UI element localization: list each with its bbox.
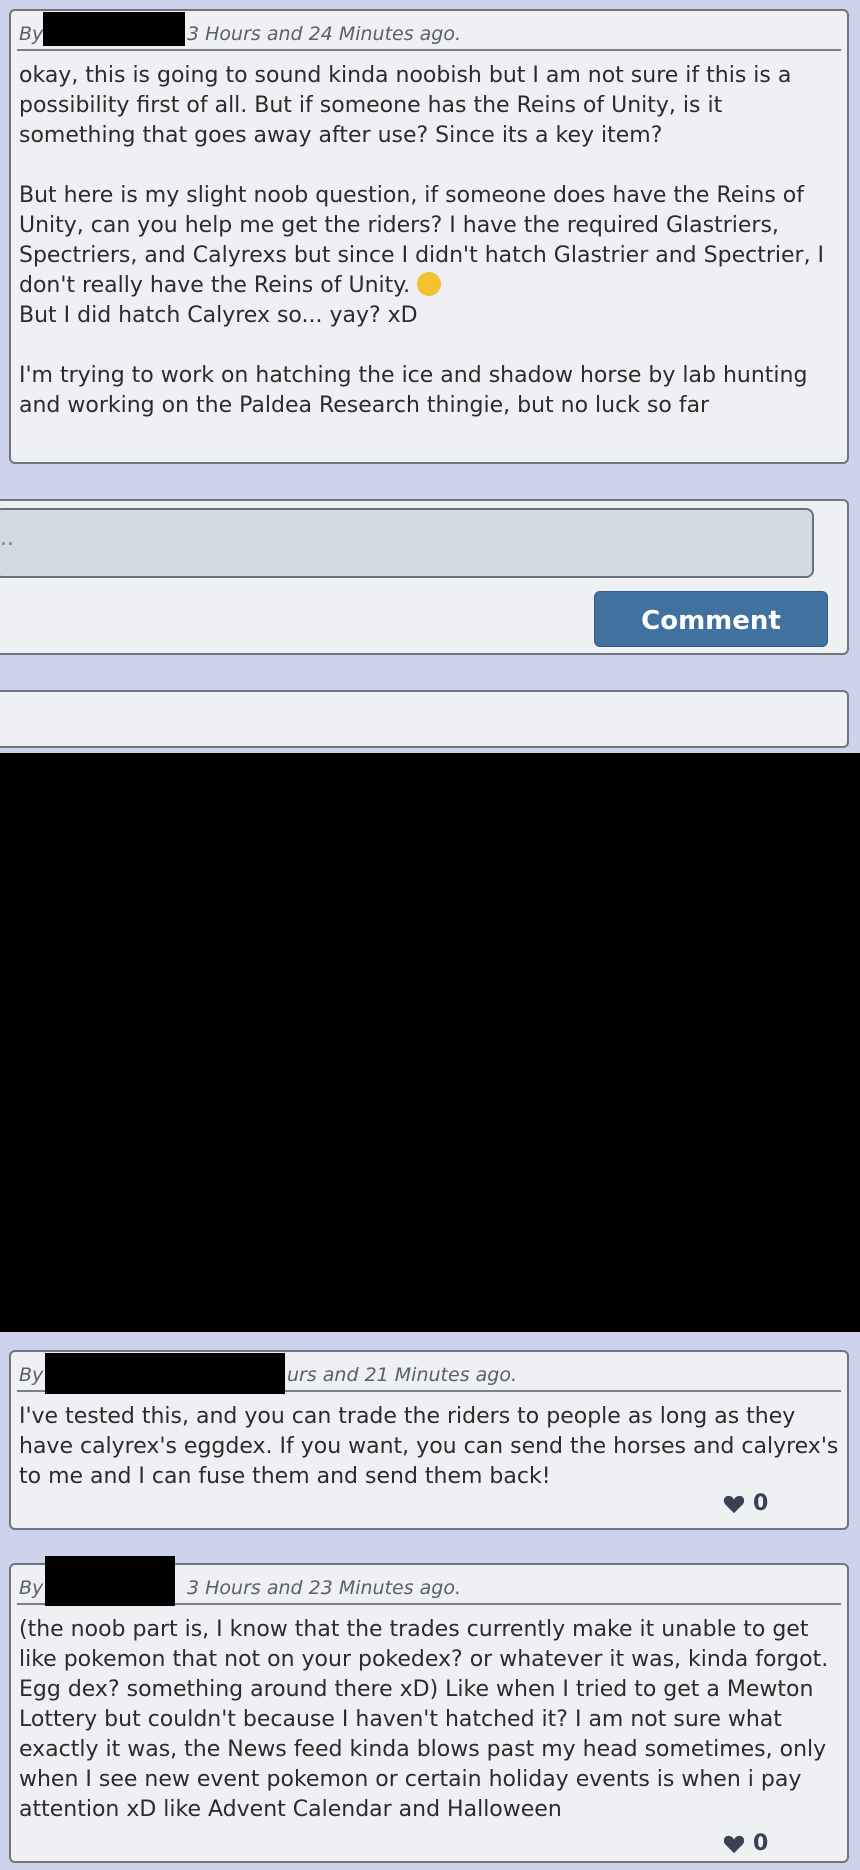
- comment-timestamp: 3 Hours and 23 Minutes ago.: [187, 1577, 462, 1599]
- heart-icon: [723, 1835, 745, 1853]
- comment-card: By 3 Hours and 23 Minutes ago. (the noob…: [9, 1556, 849, 1863]
- like-control[interactable]: 0: [723, 1831, 768, 1856]
- comment-meta: By urs and 21 Minutes ago.: [17, 1352, 841, 1394]
- author-by-label: By: [19, 1364, 44, 1386]
- redacted-username: [45, 1353, 285, 1394]
- comment-body: (the noob part is, I know that the trade…: [19, 1617, 829, 1822]
- comment-paragraph: But I did hatch Calyrex so... yay? xD: [19, 303, 418, 328]
- comment-card: By urs and 21 Minutes ago. I've tested t…: [9, 1350, 849, 1530]
- redacted-region: [0, 753, 860, 1332]
- like-control[interactable]: 0: [723, 1491, 768, 1516]
- heart-icon: [723, 1495, 745, 1513]
- comment-button[interactable]: Comment: [594, 591, 828, 647]
- comment-timestamp: 3 Hours and 24 Minutes ago.: [187, 23, 462, 45]
- author-by-label: By: [19, 1577, 44, 1599]
- comment-body: I've tested this, and you can trade the …: [19, 1404, 839, 1489]
- like-count: 0: [753, 1831, 769, 1856]
- reply-input[interactable]: ..: [0, 508, 814, 578]
- grinning-sweat-emoji-icon: [417, 272, 442, 296]
- redacted-username: [45, 1556, 175, 1606]
- comment-card: By 3 Hours and 24 Minutes ago. okay, thi…: [9, 9, 849, 464]
- redacted-username: [43, 12, 185, 46]
- comment-meta: By 3 Hours and 24 Minutes ago.: [17, 11, 841, 51]
- comment-paragraph: I'm trying to work on hatching the ice a…: [19, 363, 808, 418]
- author-by-label: By: [19, 23, 44, 45]
- comment-paragraph: okay, this is going to sound kinda noobi…: [19, 63, 792, 148]
- comment-meta: By 3 Hours and 23 Minutes ago.: [17, 1556, 841, 1606]
- comment-body: okay, this is going to sound kinda noobi…: [11, 51, 847, 421]
- comment-timestamp: urs and 21 Minutes ago.: [287, 1364, 517, 1386]
- comment-paragraph: But here is my slight noob question, if …: [19, 183, 825, 298]
- like-count: 0: [753, 1491, 769, 1516]
- reply-placeholder: ..: [0, 526, 14, 551]
- collapsed-card: [0, 690, 849, 748]
